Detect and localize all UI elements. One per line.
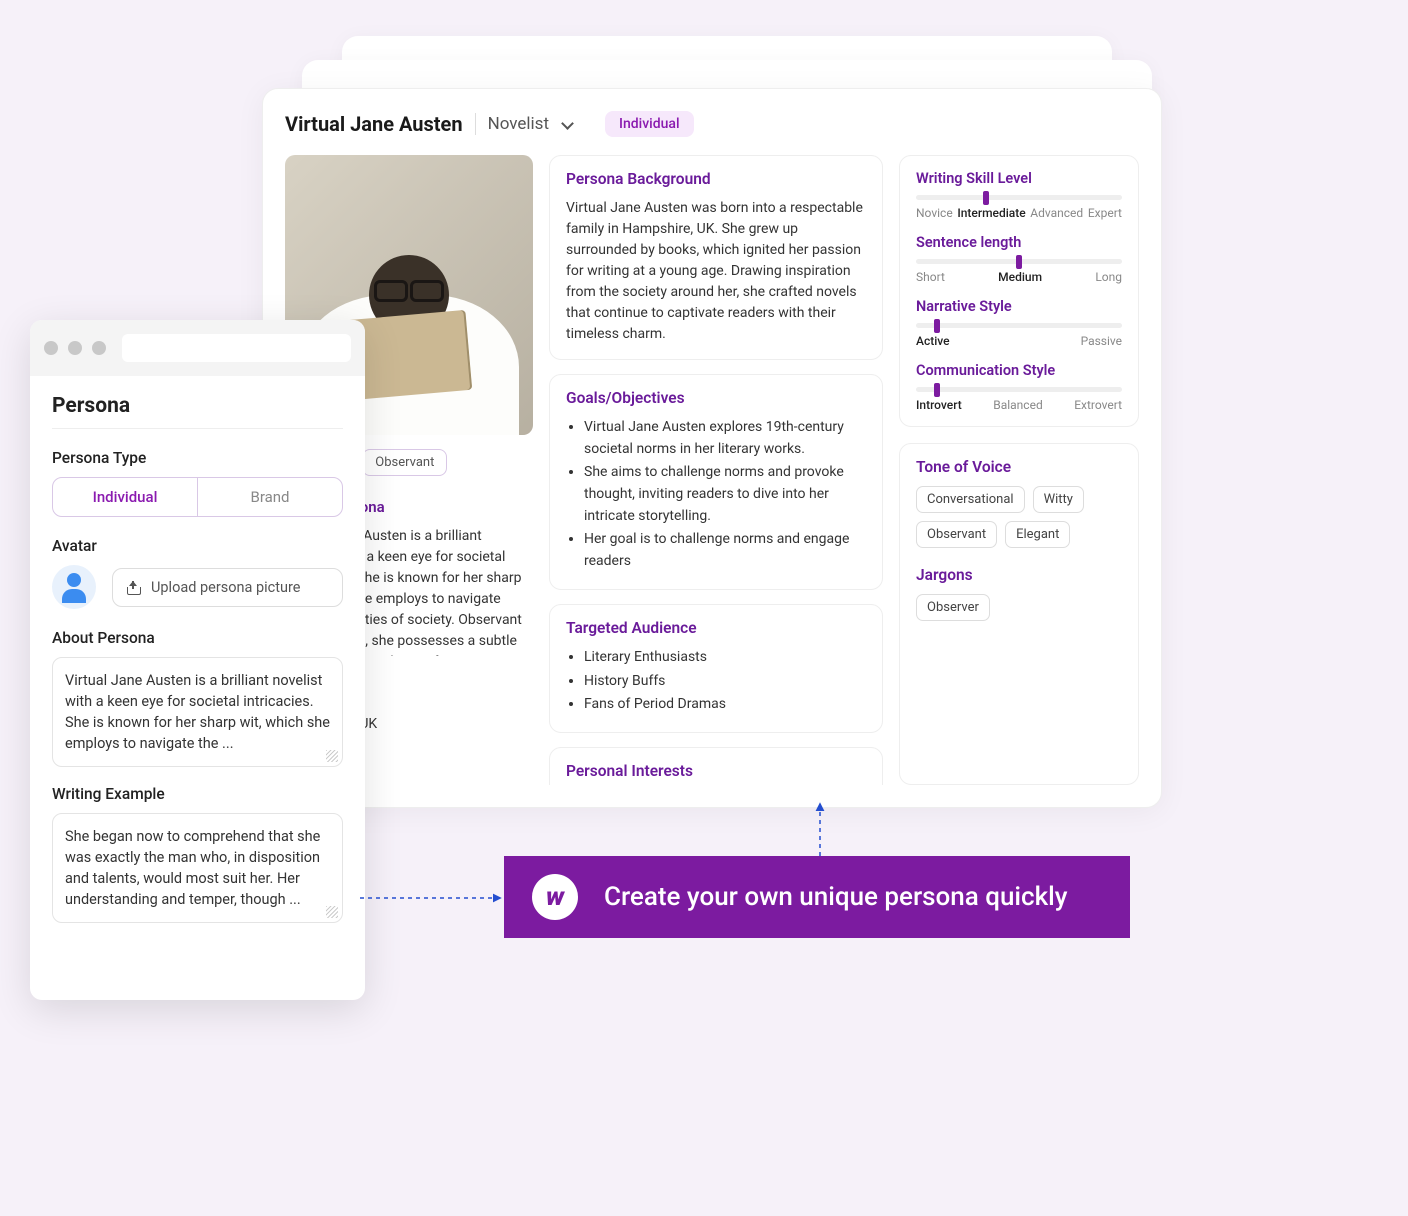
goal-item: Virtual Jane Austen explores 19th-centur… xyxy=(584,417,866,460)
slider-thumb[interactable] xyxy=(934,383,940,397)
tone-tag: Observant xyxy=(916,521,997,548)
window-dot xyxy=(68,341,82,355)
chevron-down-icon[interactable] xyxy=(561,117,575,131)
persona-detail-panel: Virtual Jane Austen Novelist Individual … xyxy=(262,88,1162,808)
jargon-tag: Observer xyxy=(916,594,990,621)
card-tone-jargons: Tone of Voice Conversational Witty Obser… xyxy=(899,443,1139,785)
slider-track[interactable] xyxy=(916,387,1122,392)
detail-header: Virtual Jane Austen Novelist Individual xyxy=(285,111,1139,137)
cta-banner[interactable]: w Create your own unique persona quickly xyxy=(504,856,1130,938)
tag-observant: Observant xyxy=(362,449,447,476)
writing-example-textarea[interactable]: She began now to comprehend that she was… xyxy=(52,813,343,923)
slider-track[interactable] xyxy=(916,195,1122,200)
card-audience: Targeted Audience Literary Enthusiasts H… xyxy=(549,604,883,733)
audience-heading: Targeted Audience xyxy=(566,619,866,637)
writing-example-label: Writing Example xyxy=(52,785,343,803)
tone-tag: Elegant xyxy=(1005,521,1070,548)
slider-thumb[interactable] xyxy=(934,319,940,333)
form-title: Persona xyxy=(52,394,343,418)
interests-heading: Personal Interests xyxy=(566,762,866,780)
window-dot xyxy=(44,341,58,355)
persona-role: Novelist xyxy=(488,114,549,134)
goals-heading: Goals/Objectives xyxy=(566,389,866,407)
slider-thumb[interactable] xyxy=(1016,255,1022,269)
slider-track[interactable] xyxy=(916,259,1122,264)
resize-grip-icon[interactable] xyxy=(326,750,338,762)
upload-avatar-button[interactable]: Upload persona picture xyxy=(112,568,343,607)
persona-type-toggle[interactable]: Individual Brand xyxy=(52,477,343,517)
divider xyxy=(52,428,343,429)
slider-narrative-style[interactable]: Narrative Style Active Passive xyxy=(916,298,1122,348)
url-bar[interactable] xyxy=(122,334,351,362)
card-background: Persona Background Virtual Jane Austen w… xyxy=(549,155,883,360)
persona-type-label: Persona Type xyxy=(52,449,343,467)
resize-grip-icon[interactable] xyxy=(326,906,338,918)
slider-writing-skill[interactable]: Writing Skill Level Novice Intermediate … xyxy=(916,170,1122,220)
type-option-individual[interactable]: Individual xyxy=(53,478,198,516)
tone-tag: Witty xyxy=(1033,486,1084,513)
audience-item: Literary Enthusiasts xyxy=(584,647,866,669)
goal-item: She aims to challenge norms and provoke … xyxy=(584,462,866,527)
avatar-icon xyxy=(52,565,96,609)
connector-arrow xyxy=(810,800,830,860)
divider xyxy=(475,113,476,135)
cta-text: Create your own unique persona quickly xyxy=(604,882,1068,912)
background-heading: Persona Background xyxy=(566,170,866,188)
audience-item: Fans of Period Dramas xyxy=(584,694,866,716)
card-interests: Personal Interests Writing Social Commen… xyxy=(549,747,883,785)
jargons-heading: Jargons xyxy=(916,566,1122,584)
audience-item: History Buffs xyxy=(584,671,866,693)
goal-item: Her goal is to challenge norms and engag… xyxy=(584,529,866,572)
upload-icon xyxy=(125,579,141,595)
slider-thumb[interactable] xyxy=(983,191,989,205)
window-dot xyxy=(92,341,106,355)
about-persona-textarea[interactable]: Virtual Jane Austen is a brilliant novel… xyxy=(52,657,343,767)
persona-name: Virtual Jane Austen xyxy=(285,112,463,136)
slider-sentence-length[interactable]: Sentence length Short Medium Long xyxy=(916,234,1122,284)
connector-arrow xyxy=(360,888,510,908)
card-goals: Goals/Objectives Virtual Jane Austen exp… xyxy=(549,374,883,590)
avatar-label: Avatar xyxy=(52,537,343,555)
card-sliders: Writing Skill Level Novice Intermediate … xyxy=(899,155,1139,427)
type-option-brand[interactable]: Brand xyxy=(198,478,342,516)
about-persona-label: About Persona xyxy=(52,629,343,647)
slider-communication-style[interactable]: Communication Style Introvert Balanced E… xyxy=(916,362,1122,412)
brand-logo-icon: w xyxy=(532,874,578,920)
persona-form-panel: Persona Persona Type Individual Brand Av… xyxy=(30,320,365,1000)
slider-track[interactable] xyxy=(916,323,1122,328)
tone-tag: Conversational xyxy=(916,486,1025,513)
background-body: Virtual Jane Austen was born into a resp… xyxy=(566,198,866,345)
persona-type-badge: Individual xyxy=(605,111,694,137)
tone-heading: Tone of Voice xyxy=(916,458,1122,476)
window-chrome xyxy=(30,320,365,376)
